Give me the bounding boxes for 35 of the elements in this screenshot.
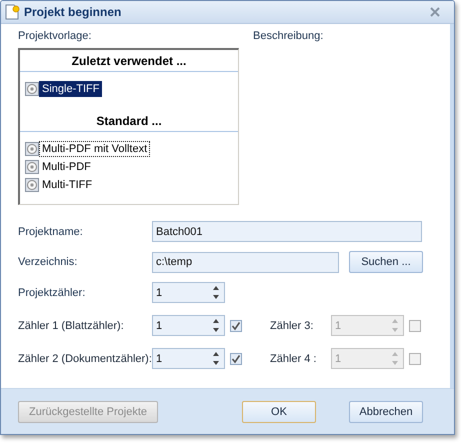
checkbox[interactable] — [230, 352, 242, 364]
field-label: Verzeichnis: — [18, 256, 78, 268]
field-label: Zähler 2 (Dokumentzähler): — [18, 352, 152, 364]
spin-arrows-icon — [212, 351, 220, 366]
group-heading: Standard ... — [20, 110, 238, 132]
field-label: Zähler 1 (Blattzähler): — [18, 320, 125, 332]
field-label: Projektzähler: — [18, 286, 86, 298]
window-title: Projekt beginnen — [24, 5, 122, 19]
field-label: Zähler 4 : — [270, 352, 318, 364]
document-icon — [5, 4, 20, 20]
check-icon — [231, 354, 241, 364]
list-item[interactable]: Multi-TIFF — [39, 177, 96, 193]
text-field[interactable]: Batch001 — [152, 221, 422, 242]
text-field[interactable]: c:\temp — [152, 252, 339, 272]
list-item[interactable]: Multi-PDF mit Volltext — [39, 141, 150, 157]
field-label: Projektname: — [18, 226, 84, 238]
checkbox[interactable] — [230, 320, 242, 332]
browse-button[interactable]: Suchen ... — [349, 251, 423, 273]
spin-arrows-icon — [391, 351, 399, 366]
dialog-button[interactable]: OK — [242, 400, 316, 422]
spin-arrows-icon — [212, 318, 220, 333]
dialog-button[interactable]: Abbrechen — [349, 400, 423, 422]
label: Projektvorlage: — [18, 30, 92, 44]
list-item[interactable]: Single-TIFF — [39, 81, 102, 97]
field-label: Zähler 3: — [270, 320, 314, 332]
check-icon — [231, 320, 241, 330]
number-spinner[interactable]: 1 — [152, 315, 225, 336]
list-item[interactable]: Multi-PDF — [39, 159, 94, 175]
close-icon — [430, 7, 440, 17]
number-spinner[interactable]: 1 — [152, 282, 225, 303]
spin-arrows-icon — [212, 285, 220, 300]
spin-arrows-icon — [391, 318, 399, 333]
group-heading: Zuletzt verwendet ... — [20, 50, 238, 72]
label: Beschreibung: — [253, 30, 324, 44]
number-spinner[interactable]: 1 — [152, 348, 225, 369]
